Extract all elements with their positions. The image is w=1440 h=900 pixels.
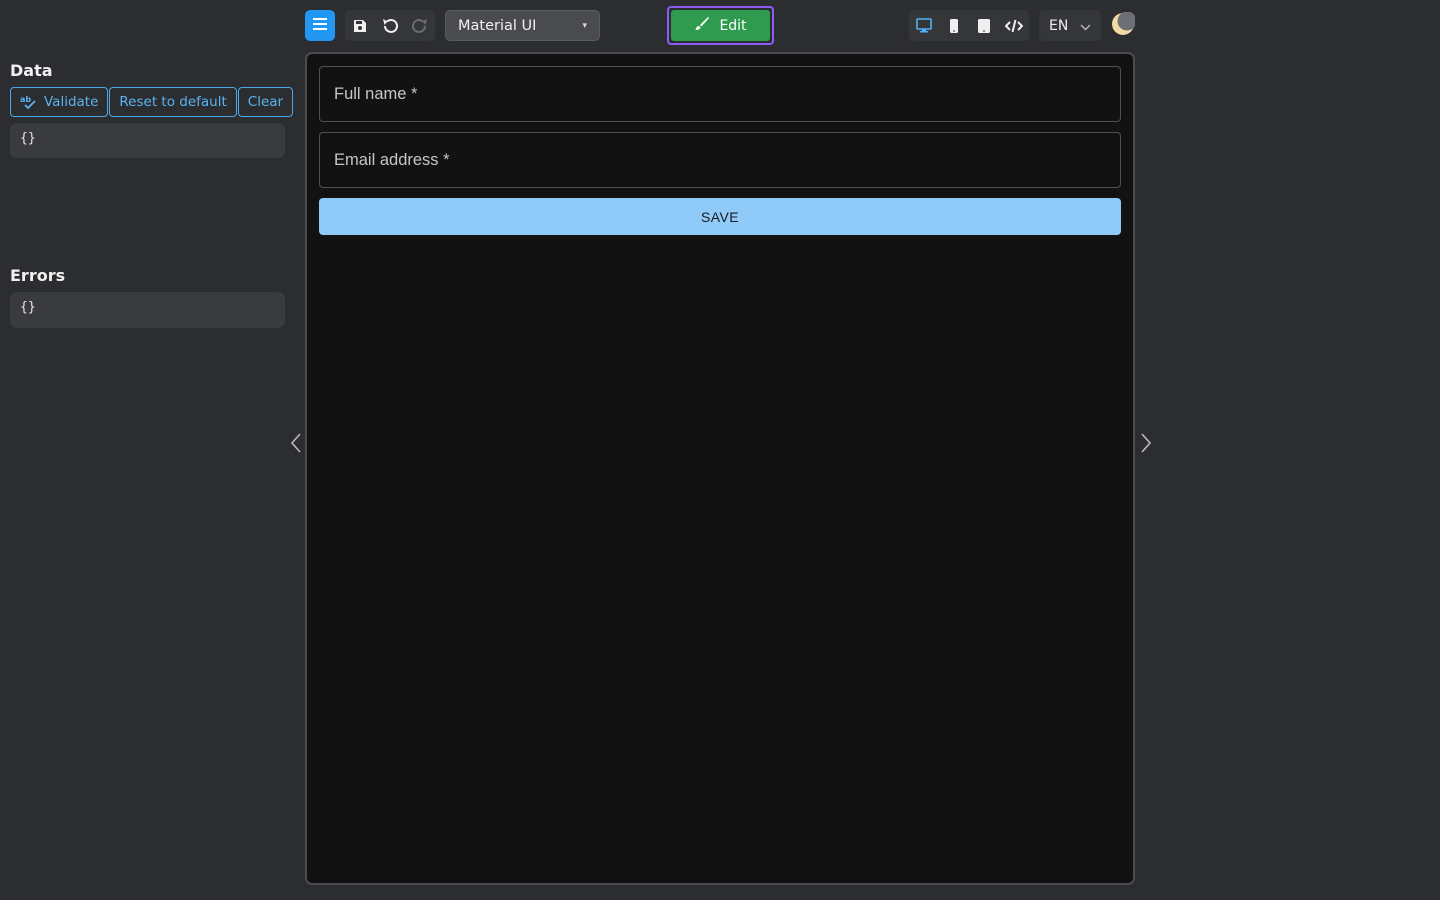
spellcheck-icon: ab xyxy=(20,94,36,110)
svg-text:ab: ab xyxy=(20,95,31,104)
theme-select[interactable]: Material UI ▾ xyxy=(445,10,600,41)
email-address-label: Email address * xyxy=(334,150,450,169)
theme-toggle[interactable] xyxy=(1110,10,1137,41)
data-actions: ab Validate Reset to default Clear xyxy=(10,87,294,117)
validate-label: Validate xyxy=(44,94,99,110)
reset-to-default-button[interactable]: Reset to default xyxy=(109,87,237,117)
validate-button[interactable]: ab Validate xyxy=(10,87,109,117)
moon-icon xyxy=(1111,11,1137,40)
redo-icon[interactable] xyxy=(405,10,435,41)
data-json-viewer[interactable]: {} xyxy=(10,123,285,158)
save-icon[interactable] xyxy=(345,10,375,41)
history-actions xyxy=(345,10,435,41)
email-address-field[interactable]: Email address * xyxy=(319,132,1121,188)
preview-canvas: Full name * Email address * SAVE xyxy=(305,52,1135,885)
edit-label: Edit xyxy=(719,17,747,34)
device-view-group xyxy=(909,10,1029,41)
desktop-icon[interactable] xyxy=(909,10,939,41)
collapse-left-arrow[interactable] xyxy=(289,432,303,454)
edit-button-focus-ring: Edit xyxy=(667,6,774,45)
errors-title: Errors xyxy=(10,266,66,285)
language-select[interactable]: EN xyxy=(1039,10,1101,41)
edit-button[interactable]: Edit xyxy=(671,10,770,41)
data-title: Data xyxy=(10,61,53,80)
full-name-label: Full name * xyxy=(334,84,418,103)
tablet-icon[interactable] xyxy=(969,10,999,41)
hamburger-menu-icon xyxy=(312,17,328,34)
errors-json-viewer[interactable]: {} xyxy=(10,292,285,328)
collapse-right-arrow[interactable] xyxy=(1139,432,1153,454)
chevron-down-icon xyxy=(1080,16,1091,35)
code-icon[interactable] xyxy=(999,10,1029,41)
brush-icon xyxy=(694,16,710,35)
undo-icon[interactable] xyxy=(375,10,405,41)
caret-down-icon: ▾ xyxy=(582,20,587,31)
full-name-field[interactable]: Full name * xyxy=(319,66,1121,122)
clear-button[interactable]: Clear xyxy=(237,87,294,117)
phone-icon[interactable] xyxy=(939,10,969,41)
save-button[interactable]: SAVE xyxy=(319,198,1121,235)
menu-button[interactable] xyxy=(305,10,335,41)
language-value: EN xyxy=(1049,17,1069,34)
theme-select-value: Material UI xyxy=(458,17,537,34)
